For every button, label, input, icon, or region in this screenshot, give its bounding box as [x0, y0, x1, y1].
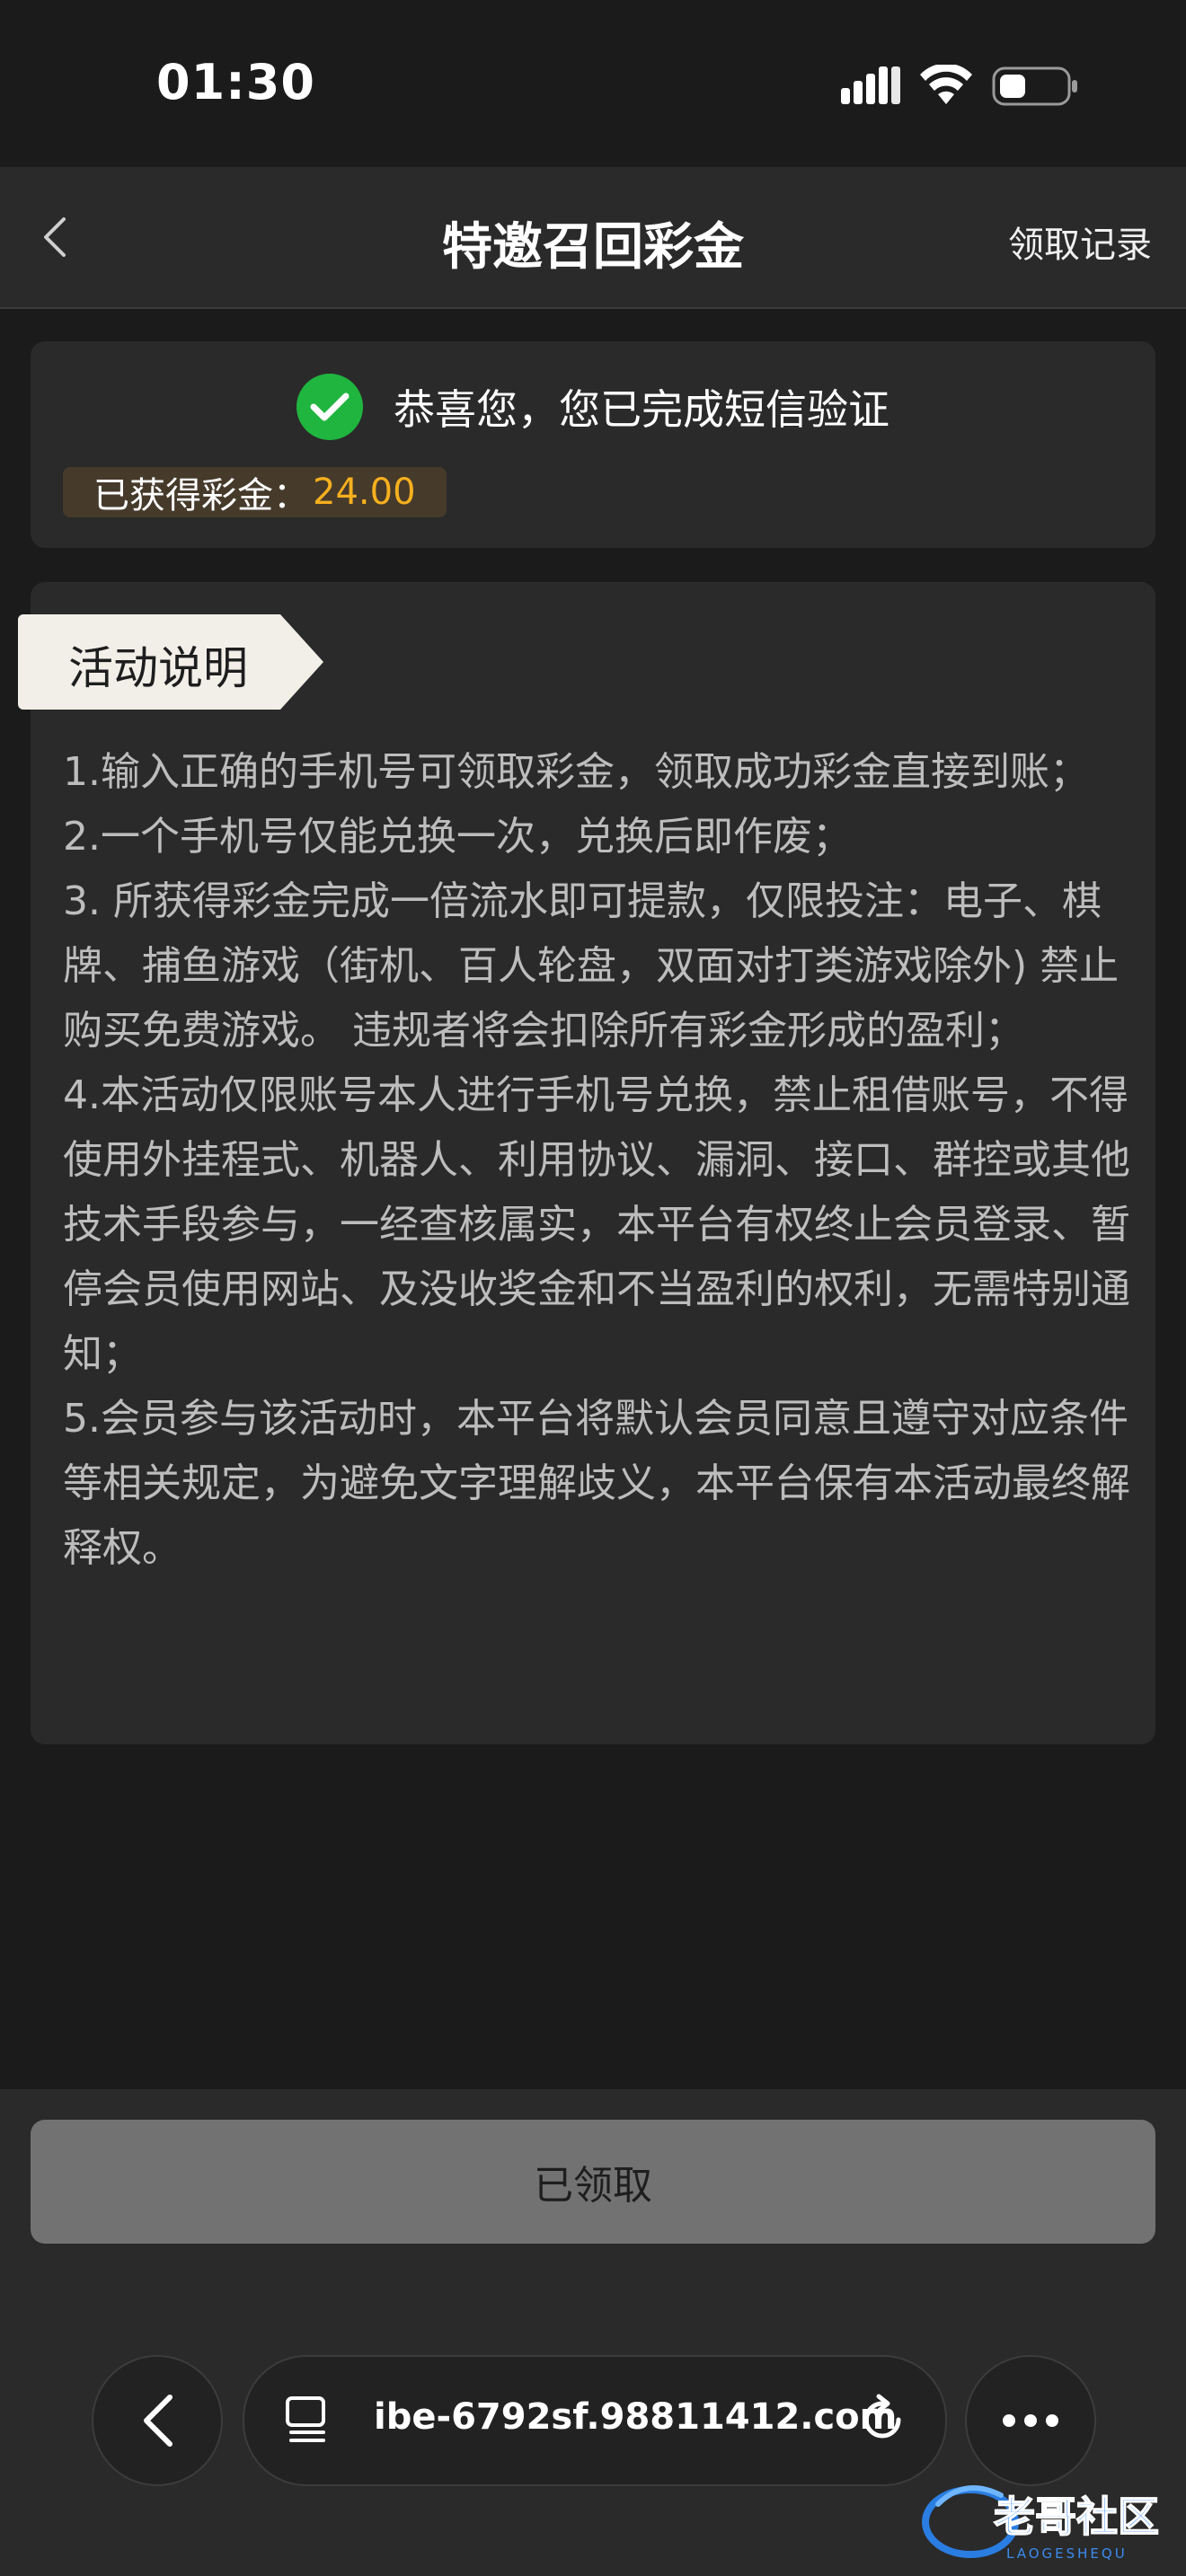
- rule-item-1: 1.输入正确的手机号可领取彩金，领取成功彩金直接到账；: [63, 749, 1089, 795]
- svg-text:老哥社区: 老哥社区: [994, 2492, 1159, 2541]
- claimed-button[interactable]: 已领取: [31, 2120, 1155, 2244]
- check-circle-icon: [296, 374, 363, 440]
- wifi-icon: [920, 65, 972, 104]
- tabs-icon: [286, 2396, 325, 2442]
- url-text: ibe-6792sf.98811412.com: [374, 2396, 898, 2438]
- nav-header: 特邀召回彩金 领取记录: [0, 167, 1186, 309]
- url-bar[interactable]: ibe-6792sf.98811412.com: [243, 2355, 947, 2486]
- signal-icon: [841, 66, 900, 104]
- rules-card: 活动说明 1.输入正确的手机号可领取彩金，领取成功彩金直接到账； 2.一个手机号…: [18, 582, 1155, 1744]
- browser-more-button[interactable]: [965, 2355, 1096, 2486]
- bonus-badge: 已获得彩金： 24.00: [63, 467, 447, 517]
- status-bar: 01:30: [0, 0, 1186, 167]
- success-card: 恭喜您，您已完成短信验证 已获得彩金： 24.00: [31, 341, 1155, 548]
- rule-item-4: 4.本活动仅限账号本人进行手机号兑换，禁止租借账号，不得使用外挂程式、机器人、利…: [63, 1072, 1130, 1377]
- records-link[interactable]: 领取记录: [1008, 216, 1152, 268]
- chevron-left-icon: [144, 2395, 173, 2447]
- bonus-label: 已获得彩金：: [93, 475, 309, 516]
- success-row: 恭喜您，您已完成短信验证: [31, 374, 1155, 440]
- check-mark-icon: [310, 393, 350, 421]
- rule-item-3: 3. 所获得彩金完成一倍流水即可提款，仅限投注：电子、棋牌、捕鱼游戏（街机、百人…: [63, 878, 1120, 1054]
- battery-icon: [992, 66, 1077, 106]
- rules-text: 1.输入正确的手机号可领取彩金，领取成功彩金直接到账； 2.一个手机号仅能兑换一…: [63, 740, 1132, 1581]
- rules-tab: 活动说明: [18, 614, 323, 710]
- screen: 01:30 特邀召回彩金 领取记录 恭喜您，您已完成短信验证 已获得彩金： 24…: [0, 0, 1186, 2576]
- browser-back-button[interactable]: [92, 2355, 223, 2486]
- svg-text:LAOGESHEQU: LAOGESHEQU: [1006, 2545, 1128, 2562]
- success-message: 恭喜您，您已完成短信验证: [394, 385, 890, 434]
- watermark-logo: 老哥社区 LAOGESHEQU: [922, 2485, 1160, 2562]
- bonus-value: 24.00: [313, 472, 416, 513]
- status-time: 01:30: [156, 54, 315, 110]
- rule-item-2: 2.一个手机号仅能兑换一次，兑换后即作废；: [63, 814, 852, 860]
- more-dots-icon: [1003, 2414, 1058, 2427]
- reload-icon[interactable]: [855, 2393, 909, 2447]
- rule-item-5: 5.会员参与该活动时，本平台将默认会员同意且遵守对应条件等相关规定，为避免文字理…: [63, 1396, 1130, 1571]
- rules-tab-label: 活动说明: [68, 642, 248, 694]
